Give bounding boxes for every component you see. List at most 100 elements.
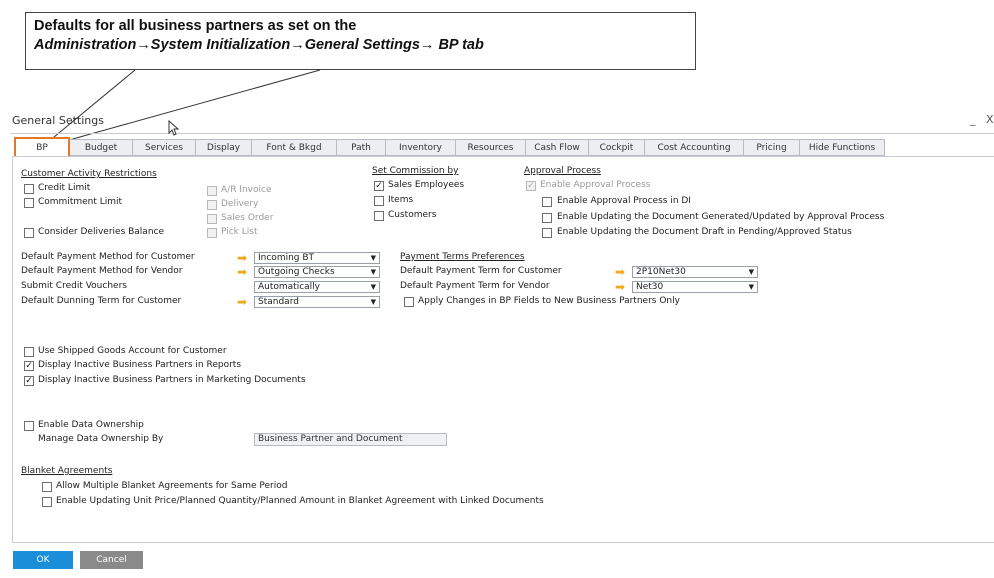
tab-budget[interactable]: Budget [70,139,133,156]
tab-cost-accounting[interactable]: Cost Accounting [645,139,744,156]
link-arrow-icon[interactable]: ➡ [615,266,625,278]
tab-display[interactable]: Display [196,139,252,156]
chevron-down-icon: ▼ [370,298,376,306]
updating-draft-checkbox[interactable] [542,228,552,238]
inactive-marketing-checkbox[interactable]: ✓ [24,376,34,386]
callout-line-2: Administration→System Initialization→Gen… [34,37,484,53]
customers-label: Customers [388,210,437,220]
callout-line-1: Defaults for all business partners as se… [34,18,357,34]
link-arrow-icon[interactable]: ➡ [237,296,247,308]
commission-heading: Set Commission by [372,166,459,176]
payment-method-vendor-label: Default Payment Method for Vendor [21,266,183,276]
chevron-down-icon: ▼ [370,268,376,276]
delivery-checkbox [207,200,217,210]
enable-updating-label: Enable Updating Unit Price/Planned Quant… [56,496,544,506]
commitment-limit-checkbox[interactable] [24,198,34,208]
data-ownership-label: Enable Data Ownership [38,420,144,430]
close-icon[interactable]: X [986,113,994,126]
ok-button[interactable]: OK [13,551,73,569]
dunning-term-customer-dropdown[interactable]: Standard ▼ [254,296,380,308]
inactive-reports-label: Display Inactive Business Partners in Re… [38,360,242,370]
apply-changes-checkbox[interactable] [404,297,414,307]
tab-cockpit[interactable]: Cockpit [589,139,645,156]
inactive-marketing-label: Display Inactive Business Partners in Ma… [38,375,306,385]
allow-multiple-checkbox[interactable] [42,482,52,492]
title-divider [10,133,994,134]
tab-resources[interactable]: Resources [456,139,526,156]
pick-list-label: Pick List [221,227,258,237]
payment-method-customer-dropdown[interactable]: Incoming BT ▼ [254,252,380,264]
dunning-term-customer-label: Default Dunning Term for Customer [21,296,182,306]
link-arrow-icon[interactable]: ➡ [615,281,625,293]
payment-method-customer-value: Incoming BT [258,253,315,263]
link-arrow-icon[interactable]: ➡ [237,266,247,278]
commitment-limit-label: Commitment Limit [38,197,123,207]
minimize-icon[interactable]: _ [970,113,976,126]
tab-services[interactable]: Services [133,139,196,156]
delivery-label: Delivery [221,199,259,209]
sales-order-checkbox [207,214,217,224]
items-label: Items [388,195,414,205]
payment-method-vendor-dropdown[interactable]: Outgoing Checks ▼ [254,266,380,278]
allow-multiple-label: Allow Multiple Blanket Agreements for Sa… [56,481,288,491]
tab-path[interactable]: Path [337,139,386,156]
payment-method-vendor-value: Outgoing Checks [258,267,335,277]
tab-cash-flow[interactable]: Cash Flow [526,139,589,156]
approval-di-label: Enable Approval Process in DI [557,196,691,206]
tab-hide-functions[interactable]: Hide Functions [800,139,885,156]
tab-font-bkgd[interactable]: Font & Bkgd [252,139,337,156]
submit-credit-vouchers-dropdown[interactable]: Automatically ▼ [254,281,380,293]
callout-box: Defaults for all business partners as se… [25,12,696,70]
consider-deliveries-label: Consider Deliveries Balance [38,227,165,237]
payment-terms-heading: Payment Terms Preferences [400,252,525,262]
sales-employees-checkbox[interactable]: ✓ [374,181,384,191]
cancel-button[interactable]: Cancel [80,551,143,569]
credit-limit-label: Credit Limit [38,183,91,193]
inactive-reports-checkbox[interactable]: ✓ [24,361,34,371]
updating-generated-checkbox[interactable] [542,213,552,223]
items-checkbox[interactable] [374,196,384,206]
tab-bar: BP Budget Services Display Font & Bkgd P… [14,137,885,158]
submit-credit-vouchers-label: Submit Credit Vouchers [21,281,127,291]
payment-term-customer-value: 2P10Net30 [636,267,686,277]
sales-employees-label: Sales Employees [388,180,465,190]
customer-activity-heading: Customer Activity Restrictions [21,169,157,179]
customers-checkbox[interactable] [374,211,384,221]
sales-order-label: Sales Order [221,213,274,223]
approval-di-checkbox[interactable] [542,197,552,207]
payment-method-customer-label: Default Payment Method for Customer [21,252,195,262]
window-title: General Settings [12,114,104,127]
tab-bp[interactable]: BP [14,137,70,158]
ar-invoice-checkbox [207,186,217,196]
tab-inventory[interactable]: Inventory [386,139,456,156]
shipped-goods-checkbox[interactable] [24,347,34,357]
updating-draft-label: Enable Updating the Document Draft in Pe… [557,227,852,237]
pick-list-checkbox [207,228,217,238]
blanket-heading: Blanket Agreements [21,466,113,476]
mouse-cursor-icon [168,120,180,136]
tab-pricing[interactable]: Pricing [744,139,800,156]
payment-term-vendor-value: Net30 [636,282,664,292]
dunning-term-customer-value: Standard [258,297,299,307]
enable-updating-checkbox[interactable] [42,497,52,507]
apply-changes-label: Apply Changes in BP Fields to New Busine… [418,296,680,306]
chevron-down-icon: ▼ [370,254,376,262]
chevron-down-icon: ▼ [370,283,376,291]
shipped-goods-label: Use Shipped Goods Account for Customer [38,346,227,356]
payment-term-customer-label: Default Payment Term for Customer [400,266,562,276]
chevron-down-icon: ▼ [748,283,754,291]
manage-data-ownership-field[interactable]: Business Partner and Document [254,433,447,446]
credit-limit-checkbox[interactable] [24,184,34,194]
ar-invoice-label: A/R Invoice [221,185,272,195]
payment-term-customer-dropdown[interactable]: 2P10Net30 ▼ [632,266,758,278]
payment-term-vendor-dropdown[interactable]: Net30 ▼ [632,281,758,293]
updating-generated-label: Enable Updating the Document Generated/U… [557,212,885,222]
enable-approval-label: Enable Approval Process [540,180,651,190]
chevron-down-icon: ▼ [748,268,754,276]
enable-approval-checkbox: ✓ [526,181,536,191]
link-arrow-icon[interactable]: ➡ [237,252,247,264]
manage-data-ownership-label: Manage Data Ownership By [38,434,164,444]
consider-deliveries-checkbox[interactable] [24,228,34,238]
submit-credit-vouchers-value: Automatically [258,282,320,292]
data-ownership-checkbox[interactable] [24,421,34,431]
